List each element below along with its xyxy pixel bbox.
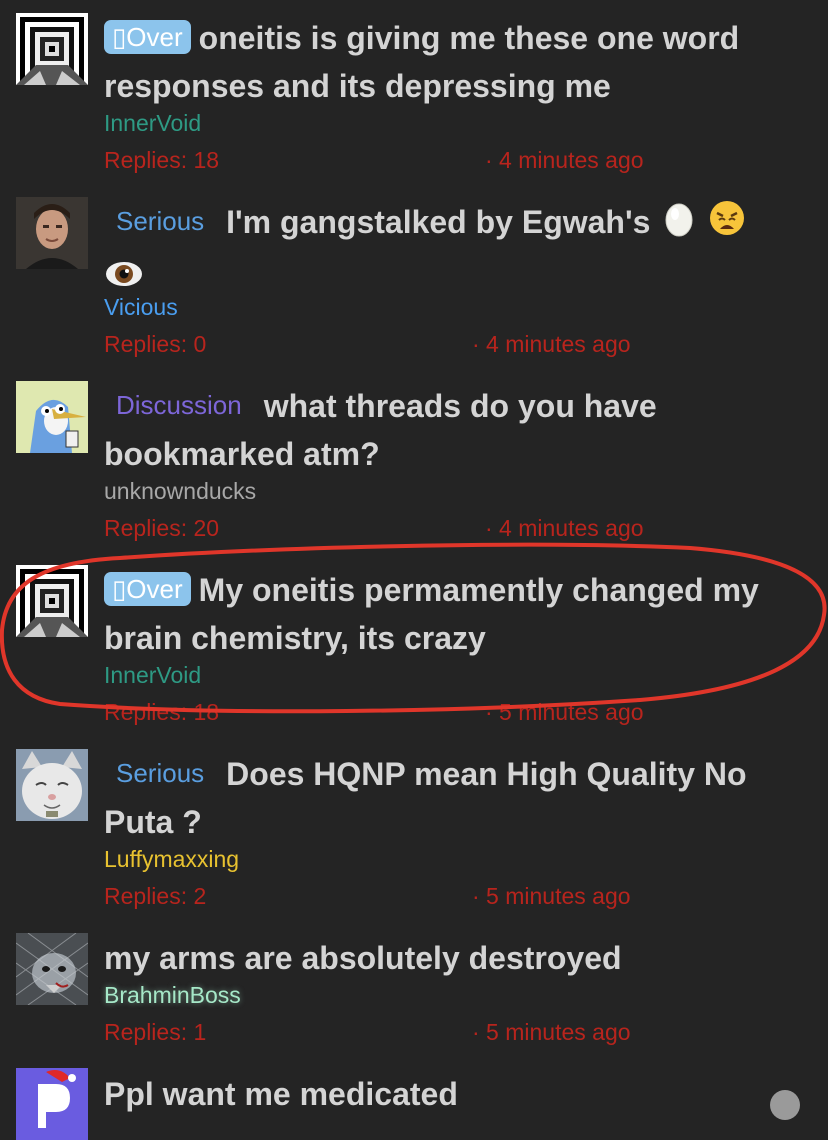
avatar[interactable]: [16, 1068, 88, 1140]
thread-title-line[interactable]: Discussion what threads do you have bookm…: [104, 382, 804, 478]
category-badge[interactable]: Serious: [104, 756, 218, 790]
timestamp: · 4 minutes ago: [485, 147, 644, 173]
scroll-indicator[interactable]: [770, 1090, 800, 1120]
author-name[interactable]: InnerVoid: [104, 662, 201, 689]
category-badge[interactable]: Discussion: [104, 388, 256, 422]
thread-title-line[interactable]: ▯Over My oneitis permamently changed my b…: [104, 566, 804, 662]
thread-title-line[interactable]: Serious Does HQNP mean High Quality No Pu…: [104, 750, 804, 846]
timestamp: · 5 minutes ago: [472, 1019, 631, 1045]
reply-count: Replies: 1: [104, 1019, 207, 1045]
author-name[interactable]: BrahminBoss: [104, 982, 241, 1009]
reply-count: Replies: 18: [104, 699, 220, 725]
avatar[interactable]: [16, 381, 88, 453]
reply-count: Replies: 18: [104, 147, 220, 173]
author-name[interactable]: InnerVoid: [104, 110, 201, 137]
avatar[interactable]: [16, 933, 88, 1005]
thread-title-line[interactable]: Serious I'm gangstalked by Egwah's: [104, 198, 804, 302]
thread-title[interactable]: Ppl want me medicated: [104, 1076, 458, 1112]
egg-emoji: [663, 201, 695, 250]
category-badge[interactable]: ▯Over: [104, 20, 191, 54]
thread-title-line[interactable]: Ppl want me medicated: [104, 1070, 804, 1118]
reply-count: Replies: 0: [104, 331, 207, 357]
author-name[interactable]: Luffymaxxing: [104, 846, 239, 873]
thread-title-line[interactable]: ▯Over oneitis is giving me these one word…: [104, 14, 804, 110]
reply-count: Replies: 20: [104, 515, 220, 541]
thread-title[interactable]: my arms are absolutely destroyed: [104, 940, 622, 976]
timestamp: · 5 minutes ago: [485, 699, 644, 725]
thread-title[interactable]: I'm gangstalked by Egwah's: [226, 204, 650, 240]
reply-count: Replies: 2: [104, 883, 207, 909]
author-name[interactable]: unknownducks: [104, 478, 256, 505]
avatar[interactable]: [16, 13, 88, 85]
thread-title[interactable]: oneitis is giving me these one word resp…: [104, 20, 739, 104]
avatar[interactable]: [16, 565, 88, 637]
timestamp: · 4 minutes ago: [472, 331, 631, 357]
timestamp: · 5 minutes ago: [472, 883, 631, 909]
timestamp: · 4 minutes ago: [485, 515, 644, 541]
avatar[interactable]: [16, 749, 88, 821]
thread-title[interactable]: My oneitis permamently changed my brain …: [104, 572, 759, 656]
avatar[interactable]: [16, 197, 88, 269]
thread-title-line[interactable]: my arms are absolutely destroyed: [104, 934, 804, 982]
category-badge[interactable]: ▯Over: [104, 572, 191, 606]
weary-face-emoji: [708, 199, 746, 250]
author-name[interactable]: Vicious: [104, 294, 178, 321]
category-badge[interactable]: Serious: [104, 204, 218, 238]
